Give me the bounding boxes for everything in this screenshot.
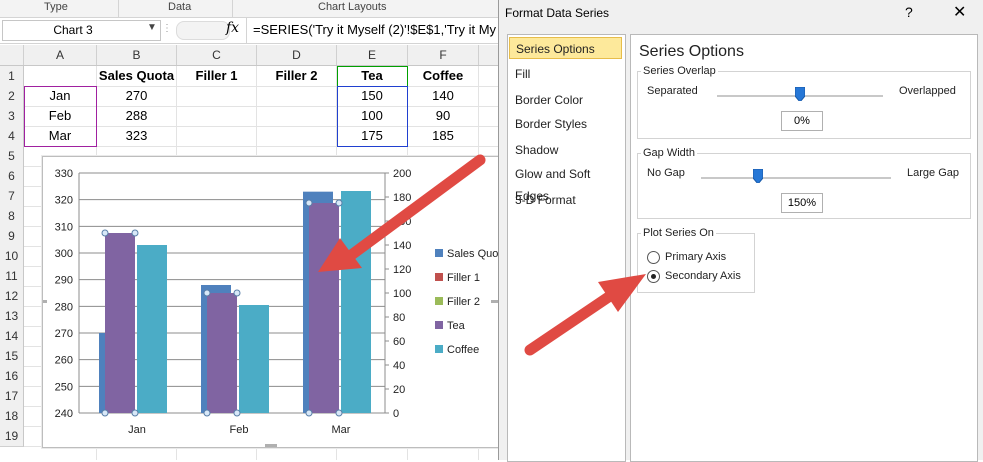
annotation-arrows	[318, 154, 646, 356]
red-arrow-to-secondary-axis	[524, 274, 646, 356]
red-arrow-to-chart	[318, 154, 486, 272]
